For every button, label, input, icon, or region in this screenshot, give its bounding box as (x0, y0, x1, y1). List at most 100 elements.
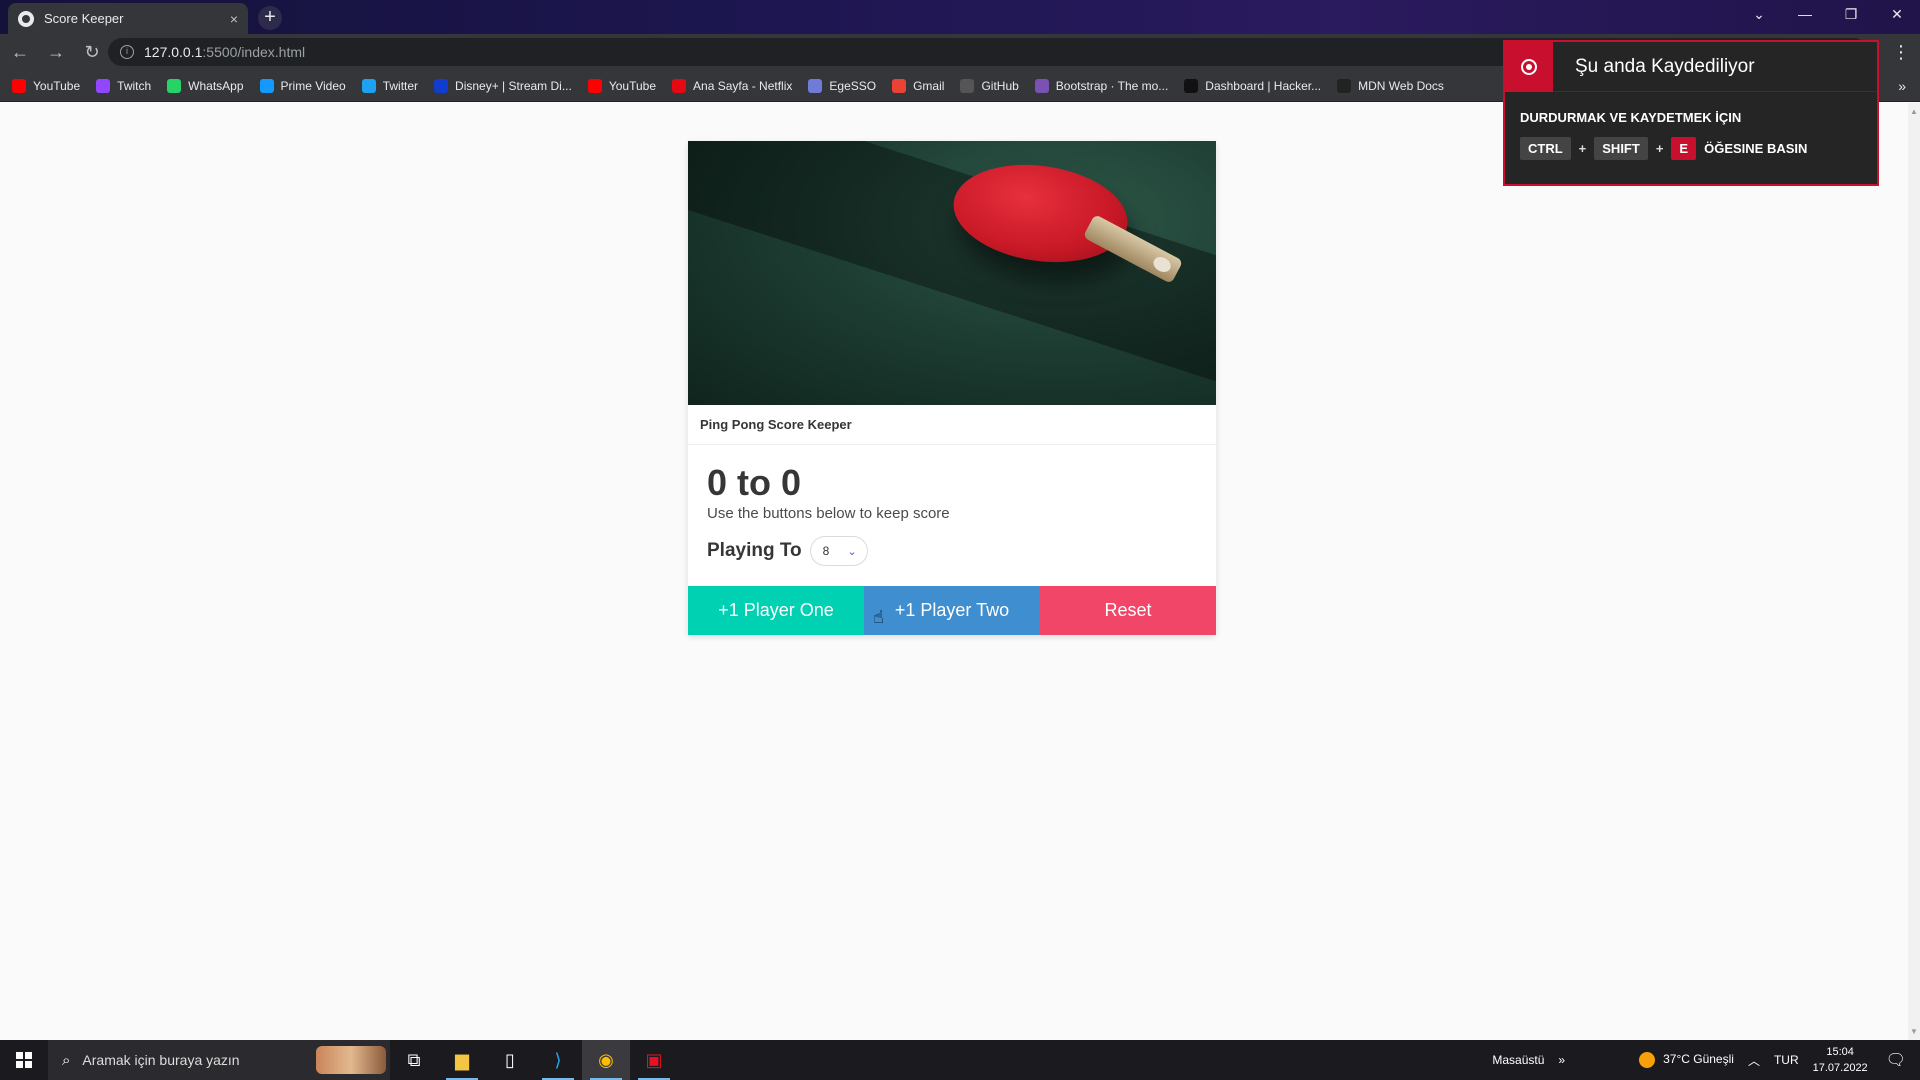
reset-button[interactable]: Reset (1040, 586, 1216, 635)
bookmark-item[interactable]: YouTube (587, 78, 657, 93)
toolbar-expand-icon[interactable]: » (1558, 1053, 1565, 1067)
bookmark-item[interactable]: Gmail (892, 78, 945, 93)
url-host: 127.0.0.1 (144, 44, 203, 60)
clock[interactable]: 15:04 17.07.2022 (1813, 1044, 1868, 1076)
language-indicator[interactable]: TUR (1774, 1053, 1799, 1067)
key-shift: SHIFT (1594, 137, 1648, 160)
minimize-button[interactable]: — (1782, 0, 1828, 30)
prime-video-icon (259, 78, 274, 93)
key-ctrl: CTRL (1520, 137, 1571, 160)
playing-to-value: 8 (822, 544, 830, 558)
bookmark-item[interactable]: Bootstrap · The mo... (1034, 78, 1169, 93)
ping-pong-paddle-image (688, 141, 1216, 405)
vscode-icon[interactable]: ⟩ (534, 1040, 582, 1080)
playing-to-select[interactable]: 8 ⌄ (809, 536, 868, 566)
bookmark-item[interactable]: Twitch (96, 78, 152, 93)
start-button[interactable] (0, 1040, 48, 1080)
weather-text: 37°C Güneşli (1663, 1052, 1734, 1067)
tray-chevron-icon[interactable]: ︿ (1748, 1052, 1760, 1069)
clock-date: 17.07.2022 (1812, 1062, 1868, 1074)
bookmark-label: YouTube (608, 78, 657, 93)
score-subtitle: Use the buttons below to keep score (707, 505, 950, 522)
card-footer: +1 Player One +1 Player Two Reset (688, 586, 1216, 635)
sun-icon (1639, 1052, 1656, 1068)
card-content: 0 to 0 Use the buttons below to keep sco… (688, 445, 1216, 578)
weather-widget[interactable]: 37°C Güneşli (1639, 1052, 1734, 1068)
bookmark-label: Twitch (117, 78, 152, 93)
bookmark-label: Gmail (913, 78, 945, 93)
whatsapp-icon (167, 78, 182, 93)
windows-taskbar: ⌕ Aramak için buraya yazın ⧉ ▆ ▯ ⟩ ◉ ▣ M… (0, 1040, 1920, 1080)
url-path: :5500/index.html (202, 44, 306, 60)
search-icon: ⌕ (62, 1051, 71, 1069)
recording-overlay: Şu anda Kaydediliyor DURDURMAK VE KAYDET… (1503, 40, 1879, 186)
search-highlight-image (316, 1046, 386, 1074)
bookmark-label: Bootstrap · The mo... (1055, 78, 1169, 93)
close-window-button[interactable]: ✕ (1874, 0, 1920, 30)
key-e: E (1671, 137, 1697, 160)
bookmark-label: Dashboard | Hacker... (1205, 78, 1322, 93)
bookmark-label: GitHub (981, 78, 1019, 93)
more-bookmarks-icon[interactable]: » (1898, 78, 1906, 94)
bookmark-item[interactable]: Ana Sayfa - Netflix (672, 78, 793, 93)
twitter-icon (361, 78, 376, 93)
tab-favicon-icon (18, 10, 34, 27)
new-tab-button[interactable]: + (258, 6, 282, 30)
browser-tab-strip: Score Keeper × + ⌄ — ❐ ✕ (0, 0, 1920, 34)
chrome-icon[interactable]: ◉ (582, 1040, 630, 1080)
score-display: 0 to 0 (707, 462, 802, 503)
player-one-button[interactable]: +1 Player One (688, 586, 864, 635)
score-keeper-card: Ping Pong Score Keeper 0 to 0 Use the bu… (688, 141, 1216, 635)
recording-instruction: DURDURMAK VE KAYDETMEK İÇIN (1520, 110, 1742, 125)
bookmark-item[interactable]: GitHub (960, 78, 1019, 93)
bookmark-item[interactable]: Disney+ | Stream Di... (434, 78, 572, 93)
site-info-icon[interactable]: i (120, 45, 134, 59)
clock-time: 15:04 (1826, 1046, 1854, 1058)
playing-to-row: Playing To 8 ⌄ (707, 536, 1197, 566)
recording-title: Şu anda Kaydediliyor (1575, 55, 1755, 77)
bookmark-item[interactable]: EgeSSO (808, 78, 876, 93)
tab-title: Score Keeper (44, 11, 124, 26)
task-view-icon[interactable]: ⧉ (390, 1040, 438, 1080)
tab-score-keeper[interactable]: Score Keeper × (8, 3, 248, 34)
recording-suffix: ÖĞESINE BASIN (1704, 141, 1808, 156)
bookmark-label: Disney+ | Stream Di... (455, 78, 572, 93)
bookmark-label: Ana Sayfa - Netflix (693, 78, 793, 93)
disney-icon (434, 78, 449, 93)
page-scrollbar[interactable]: ▲ ▼ (1908, 103, 1920, 1040)
twitch-icon (96, 78, 111, 93)
browser-menu-icon[interactable]: ⋮ (1892, 42, 1910, 63)
playing-to-label: Playing To (707, 540, 802, 561)
forward-icon[interactable]: → (40, 36, 72, 68)
scroll-up-icon[interactable]: ▲ (1910, 107, 1918, 116)
bookmark-item[interactable]: YouTube (12, 78, 80, 93)
gmail-icon (892, 78, 907, 93)
restore-button[interactable]: ❐ (1828, 0, 1874, 30)
netflix-icon (672, 78, 687, 93)
chevron-down-icon: ⌄ (847, 545, 857, 558)
tab-close-button[interactable]: × (230, 11, 238, 27)
taskbar-search-placeholder: Aramak için buraya yazın (82, 1052, 240, 1068)
bookmark-item[interactable]: Prime Video (259, 78, 346, 93)
record-icon (1505, 41, 1553, 92)
card-title: Ping Pong Score Keeper (688, 405, 1216, 445)
reload-icon[interactable]: ↻ (76, 36, 108, 68)
taskbar-search[interactable]: ⌕ Aramak için buraya yazın (48, 1040, 390, 1080)
player-two-button[interactable]: +1 Player Two (864, 586, 1040, 635)
back-icon[interactable]: ← (4, 36, 36, 68)
file-explorer-icon[interactable]: ▆ (438, 1040, 486, 1080)
desktop-label[interactable]: Masaüstü (1492, 1053, 1544, 1067)
bookmark-item[interactable]: Dashboard | Hacker... (1184, 78, 1322, 93)
notification-icon[interactable]: 🗨 (1886, 1050, 1906, 1070)
recorder-app-icon[interactable]: ▣ (630, 1040, 678, 1080)
scroll-down-icon[interactable]: ▼ (1910, 1027, 1918, 1036)
bookmark-item[interactable]: Twitter (361, 78, 419, 93)
tab-search-icon[interactable]: ⌄ (1736, 0, 1782, 30)
egesso-icon (808, 78, 823, 93)
notepad-icon[interactable]: ▯ (486, 1040, 534, 1080)
bookmark-item[interactable]: WhatsApp (167, 78, 244, 93)
bookmark-label: WhatsApp (188, 78, 244, 93)
windows-logo-icon (16, 1052, 32, 1068)
bookmark-label: Twitter (382, 78, 419, 93)
bookmark-item[interactable]: MDN Web Docs (1337, 78, 1444, 93)
